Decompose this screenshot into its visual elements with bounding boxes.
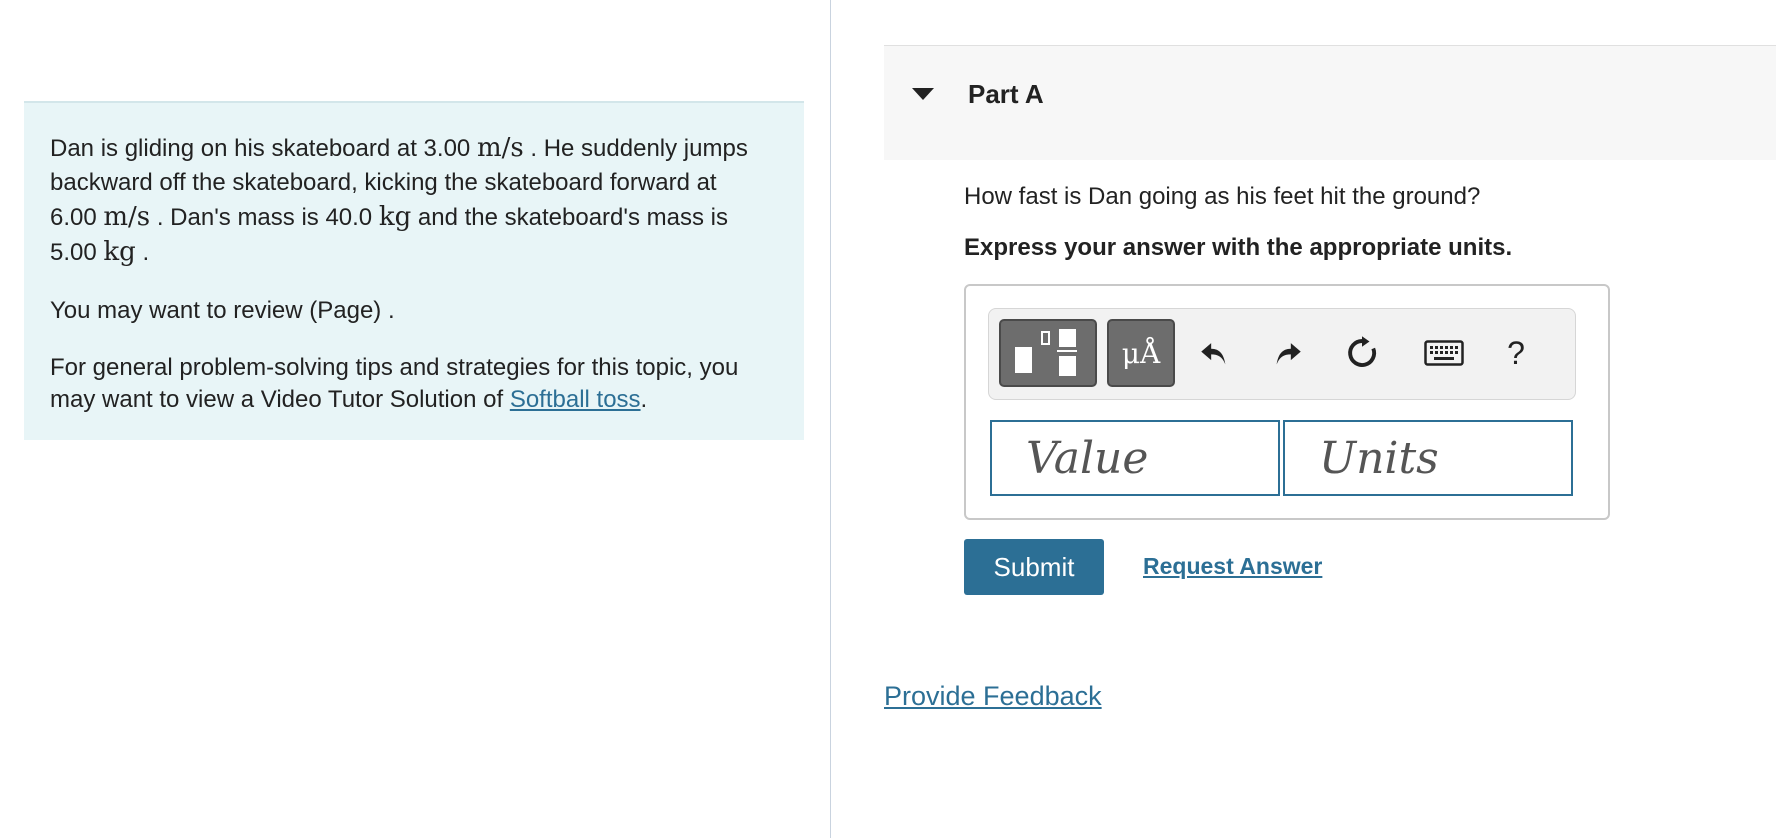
part-a-header[interactable]: Part A bbox=[884, 45, 1776, 160]
problem-text-segment: . bbox=[135, 239, 150, 266]
templates-button[interactable] bbox=[999, 319, 1097, 387]
unit-math: m/s bbox=[103, 202, 151, 232]
instruction-text: Express your answer with the appropriate… bbox=[964, 234, 1513, 261]
answer-box: μÅ ? Value Units bbox=[964, 284, 1610, 520]
provide-feedback-link[interactable]: Provide Feedback bbox=[884, 681, 1102, 712]
unit-math: kg bbox=[103, 237, 136, 267]
units-input[interactable] bbox=[1283, 420, 1573, 496]
request-answer-link[interactable]: Request Answer bbox=[1143, 553, 1322, 580]
softball-toss-link[interactable]: Softball toss bbox=[510, 386, 641, 413]
tips-text: For general problem-solving tips and str… bbox=[50, 352, 778, 416]
unit-math: kg bbox=[378, 202, 412, 232]
tips-text-end: . bbox=[640, 386, 648, 413]
problem-text: Dan is gliding on his skateboard at 3.00… bbox=[50, 131, 750, 270]
reset-button[interactable] bbox=[1335, 323, 1389, 383]
value-input[interactable] bbox=[990, 420, 1280, 496]
units-button[interactable]: μÅ bbox=[1107, 319, 1175, 387]
undo-icon bbox=[1201, 343, 1226, 365]
redo-icon bbox=[1276, 343, 1301, 365]
math-toolbar: μÅ ? bbox=[988, 308, 1576, 400]
redo-button[interactable] bbox=[1261, 323, 1315, 383]
problem-statement: Dan is gliding on his skateboard at 3.00… bbox=[24, 101, 804, 440]
problem-text-segment: Dan is gliding on his skateboard at 3.00 bbox=[50, 135, 477, 162]
keyboard-button[interactable] bbox=[1409, 323, 1479, 383]
panel-divider bbox=[830, 0, 831, 838]
undo-button[interactable] bbox=[1187, 323, 1241, 383]
collapse-caret-icon[interactable] bbox=[912, 88, 934, 100]
reset-icon bbox=[1348, 336, 1377, 367]
submit-button[interactable]: Submit bbox=[964, 539, 1104, 595]
help-button[interactable]: ? bbox=[1489, 323, 1543, 383]
review-text: You may want to review (Page) . bbox=[50, 297, 395, 324]
keyboard-icon bbox=[1424, 340, 1464, 366]
help-icon: ? bbox=[1507, 334, 1525, 371]
question-text: How fast is Dan going as his feet hit th… bbox=[964, 183, 1481, 210]
part-title: Part A bbox=[968, 79, 1044, 109]
unit-math: m/s bbox=[476, 133, 524, 163]
problem-text-segment: . Dan's mass is 40.0 bbox=[150, 204, 379, 231]
